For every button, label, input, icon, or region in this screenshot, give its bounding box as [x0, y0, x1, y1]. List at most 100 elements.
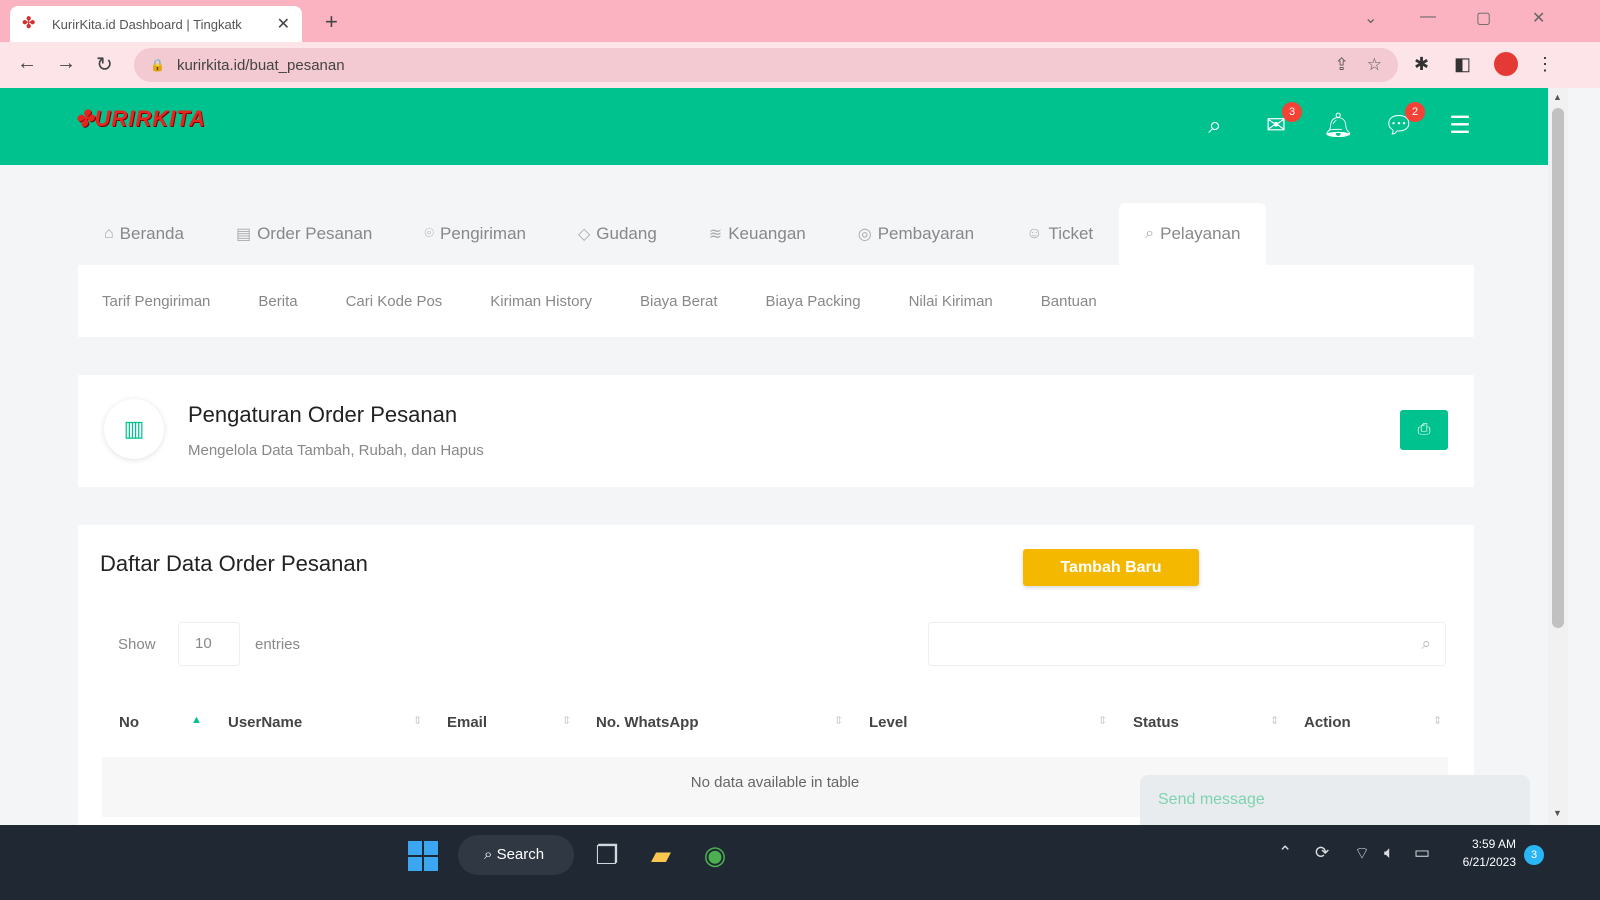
location-icon: ⌾ — [424, 225, 434, 242]
sort-asc-icon[interactable]: ▲ — [191, 714, 202, 726]
entries-per-page-select[interactable]: 10 — [178, 622, 240, 666]
column-header-username[interactable]: UserName — [228, 714, 302, 731]
url-text: kurirkita.id/buat_pesanan — [176, 56, 345, 74]
ticket-icon: ☺ — [1026, 225, 1043, 242]
reload-icon[interactable]: ↻ — [96, 52, 113, 77]
close-window-icon[interactable]: ✕ — [1532, 8, 1545, 28]
add-new-button[interactable]: Tambah Baru — [1023, 549, 1199, 586]
sub-nav: Tarif Pengiriman Berita Cari Kode Pos Ki… — [78, 265, 1474, 337]
chrome-menu-icon[interactable]: ⋮ — [1536, 54, 1554, 75]
close-tab-icon[interactable]: ✕ — [277, 14, 290, 34]
column-header-status[interactable]: Status — [1133, 714, 1179, 731]
nav-item-pelayanan[interactable]: ⌕ Pelayanan — [1119, 203, 1267, 265]
header-mail-icon[interactable]: ✉ 3 — [1260, 102, 1302, 142]
subnav-item-bantuan[interactable]: Bantuan — [1041, 293, 1097, 310]
chat-badge: 2 — [1405, 102, 1425, 122]
kurirkita-logo[interactable]: ✤URIRKITA — [75, 106, 206, 132]
column-header-whatsapp[interactable]: No. WhatsApp — [596, 714, 699, 731]
taskbar-search[interactable]: ⌕ Search — [458, 835, 574, 875]
subnav-item-kiriman-history[interactable]: Kiriman History — [490, 293, 592, 310]
money-icon: ≋ — [708, 226, 723, 243]
subnav-item-nilai-kiriman[interactable]: Nilai Kiriman — [909, 293, 993, 310]
header-search-icon[interactable]: ⌕ — [1199, 110, 1231, 142]
nav-item-beranda[interactable]: ⌂ Beranda — [78, 203, 210, 265]
home-icon: ⌂ — [104, 225, 114, 242]
nav-item-ticket[interactable]: ☺ Ticket — [1000, 203, 1119, 265]
chat-widget[interactable]: Send message — [1140, 775, 1530, 825]
nav-item-gudang[interactable]: ◇ Gudang — [552, 203, 683, 265]
header-chat-icon[interactable]: 💬︎ 2 — [1383, 102, 1425, 142]
new-tab-icon[interactable]: + — [325, 9, 338, 35]
column-header-email[interactable]: Email — [447, 714, 487, 731]
subnav-item-biaya-packing[interactable]: Biaya Packing — [766, 293, 861, 310]
sort-icon[interactable]: ⇕ — [1098, 714, 1107, 727]
nav-item-pembayaran[interactable]: ◎ Pembayaran — [832, 203, 1000, 265]
sort-icon[interactable]: ⇕ — [1270, 714, 1279, 727]
nav-item-keuangan[interactable]: ≋ Keuangan — [683, 203, 832, 265]
sort-icon[interactable]: ⇕ — [562, 714, 571, 727]
lock-icon: 🔒 — [150, 58, 165, 72]
battery-icon[interactable]: ▭ — [1414, 843, 1430, 863]
tab-title: KurirKita.id Dashboard | Tingkatk — [52, 16, 242, 32]
share-icon[interactable]: ⇪ — [1335, 55, 1349, 75]
file-explorer-icon[interactable]: ▰ — [644, 839, 678, 871]
logo-k-glyph: ✤ — [75, 106, 95, 131]
tray-chevron-icon[interactable]: ⌃ — [1278, 843, 1292, 863]
nav-item-order-pesanan[interactable]: ▤ Order Pesanan — [210, 203, 398, 265]
column-header-no[interactable]: No — [119, 714, 139, 731]
sort-icon[interactable]: ⇕ — [413, 714, 422, 727]
bookmark-star-icon[interactable]: ☆ — [1367, 55, 1382, 75]
entries-label: entries — [255, 636, 301, 653]
column-header-action[interactable]: Action — [1304, 714, 1351, 731]
browser-toolbar: ← → ↻ 🔒 kurirkita.id/buat_pesanan ⇪ ☆ ✱ … — [0, 42, 1600, 88]
clock-date: 6/21/2023 — [1462, 855, 1516, 869]
profile-avatar[interactable] — [1494, 52, 1518, 76]
scroll-down-icon[interactable]: ▼ — [1553, 808, 1562, 818]
address-bar[interactable]: 🔒 kurirkita.id/buat_pesanan ⇪ ☆ — [134, 48, 1398, 82]
printer-icon: ⎙ — [1417, 421, 1431, 438]
order-icon: ▤ — [235, 226, 252, 243]
print-button[interactable]: ⎙ — [1400, 410, 1448, 450]
site-header: ✤URIRKITA ⌕ ✉ 3 🔔︎ 💬︎ 2 ☰ — [0, 88, 1548, 165]
nav-label: Order Pesanan — [257, 224, 373, 243]
mail-badge: 3 — [1282, 102, 1302, 122]
clipboard-icon: ▥ — [104, 399, 164, 459]
sort-icon[interactable]: ⇕ — [834, 714, 843, 727]
subnav-item-tarif-pengiriman[interactable]: Tarif Pengiriman — [102, 293, 210, 310]
tab-search-chevron-icon[interactable]: ⌄ — [1364, 8, 1377, 28]
search-icon: ⌕ — [1145, 225, 1155, 242]
chat-placeholder: Send message — [1158, 791, 1265, 808]
browser-tab[interactable]: ✤ KurirKita.id Dashboard | Tingkatk ✕ — [10, 6, 302, 42]
subnav-item-biaya-berat[interactable]: Biaya Berat — [640, 293, 718, 310]
nav-label: Keuangan — [728, 224, 806, 243]
table-search-input[interactable]: ⌕ — [928, 622, 1446, 666]
subnav-item-cari-kode-pos[interactable]: Cari Kode Pos — [346, 293, 443, 310]
side-panel-icon[interactable]: ◧ — [1454, 54, 1471, 75]
volume-icon[interactable]: 🔈︎ — [1384, 843, 1394, 863]
chrome-icon[interactable]: ◉ — [698, 839, 732, 871]
windows-start-icon[interactable] — [408, 841, 438, 871]
header-menu-icon[interactable]: ☰ — [1444, 110, 1476, 142]
extensions-puzzle-icon[interactable]: ✱ — [1414, 54, 1429, 75]
scroll-up-icon[interactable]: ▲ — [1553, 92, 1562, 102]
wifi-icon[interactable]: ⌔ — [1354, 843, 1370, 864]
notification-badge[interactable]: 3 — [1524, 845, 1544, 865]
task-view-icon[interactable]: ❐ — [590, 839, 624, 871]
payment-icon: ◎ — [857, 226, 872, 243]
clock-time: 3:59 AM — [1471, 837, 1516, 851]
nav-label: Gudang — [596, 224, 657, 243]
taskbar-clock[interactable]: 3:59 AM 6/21/2023 — [1446, 835, 1516, 871]
nav-label: Pengiriman — [439, 224, 526, 243]
header-bell-icon[interactable]: 🔔︎ — [1322, 110, 1354, 142]
tray-sync-icon[interactable]: ⟳ — [1315, 843, 1329, 863]
page-scrollbar[interactable]: ▲ ▼ — [1548, 88, 1568, 825]
scrollbar-thumb[interactable] — [1552, 108, 1564, 628]
back-icon[interactable]: ← — [17, 52, 37, 75]
forward-icon[interactable]: → — [56, 52, 76, 75]
minimize-icon[interactable]: — — [1420, 8, 1436, 26]
nav-item-pengiriman[interactable]: ⌾ Pengiriman — [398, 203, 552, 265]
column-header-level[interactable]: Level — [869, 714, 907, 731]
sort-icon[interactable]: ⇕ — [1433, 714, 1442, 727]
maximize-icon[interactable]: ▢ — [1476, 8, 1491, 28]
subnav-item-berita[interactable]: Berita — [258, 293, 297, 310]
